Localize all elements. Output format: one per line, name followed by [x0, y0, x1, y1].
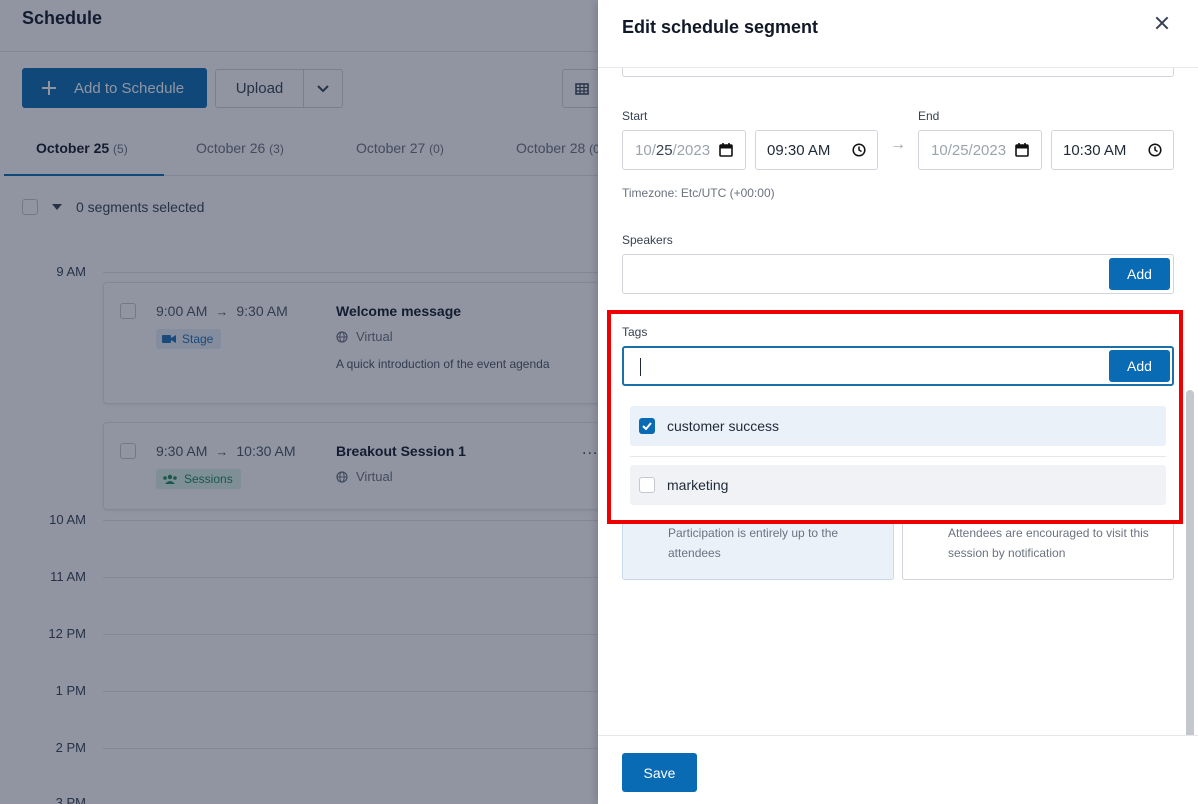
timezone-text: Timezone: Etc/UTC (+00:00): [622, 186, 775, 200]
speakers-label: Speakers: [622, 233, 673, 247]
participation-option-notify[interactable]: Attendees are encouraged to visit this s…: [902, 510, 1174, 580]
end-time-input[interactable]: 10:30 AM: [1051, 130, 1174, 170]
date-day: 25: [951, 141, 969, 159]
tag-option-customer-success[interactable]: customer success: [630, 406, 1166, 446]
participation-text: Attendees are encouraged to visit this s…: [948, 526, 1149, 560]
participation-option-optional[interactable]: Participation is entirely up to the atte…: [622, 510, 894, 580]
start-time-input[interactable]: 09:30 AM: [755, 130, 878, 170]
tag-option-label: customer success: [667, 418, 780, 434]
calendar-icon[interactable]: [1015, 143, 1029, 157]
date-year: 2023: [972, 141, 1007, 159]
add-tag-button[interactable]: Add: [1109, 350, 1170, 382]
tag-option-marketing[interactable]: marketing: [630, 465, 1166, 505]
time-value: 09:30 AM: [767, 141, 831, 159]
save-button[interactable]: Save: [622, 753, 697, 792]
arrow-right-icon: →: [890, 136, 906, 153]
date-month: 10: [635, 141, 652, 159]
drawer-header: Edit schedule segment: [598, 0, 1198, 68]
tags-label: Tags: [622, 325, 648, 339]
date-month: 10: [931, 141, 948, 159]
end-label: End: [918, 109, 940, 123]
speakers-input[interactable]: Add: [622, 254, 1174, 294]
start-date-input[interactable]: 10/25/2023: [622, 130, 746, 170]
clock-icon[interactable]: [852, 143, 866, 157]
close-icon[interactable]: [1151, 13, 1173, 35]
end-date-input[interactable]: 10/25/2023: [918, 130, 1042, 170]
check-icon: [642, 422, 652, 430]
add-speaker-button[interactable]: Add: [1109, 258, 1170, 290]
checkbox-checked[interactable]: [639, 418, 655, 434]
tags-input[interactable]: Add: [622, 346, 1174, 386]
text-cursor: [640, 358, 641, 376]
time-value: 10:30 AM: [1063, 141, 1127, 159]
start-label: Start: [622, 109, 648, 123]
drawer-body: Start End 10/25/2023 09:30 AM → 10/25/20…: [598, 0, 1198, 735]
participation-text: Participation is entirely up to the atte…: [668, 526, 839, 560]
date-year: 2023: [676, 141, 711, 159]
drawer-footer: Save: [598, 735, 1198, 804]
drawer-title: Edit schedule segment: [622, 17, 819, 37]
edit-segment-drawer: Start End 10/25/2023 09:30 AM → 10/25/20…: [598, 0, 1198, 804]
divider: [630, 456, 1166, 457]
tag-option-label: marketing: [667, 477, 729, 493]
calendar-icon[interactable]: [719, 143, 733, 157]
tag-dropdown-menu: customer success marketing: [622, 396, 1174, 520]
clock-icon[interactable]: [1148, 143, 1162, 157]
date-day: 25: [655, 141, 673, 159]
modal-overlay[interactable]: [0, 0, 598, 804]
checkbox-unchecked[interactable]: [639, 477, 655, 493]
